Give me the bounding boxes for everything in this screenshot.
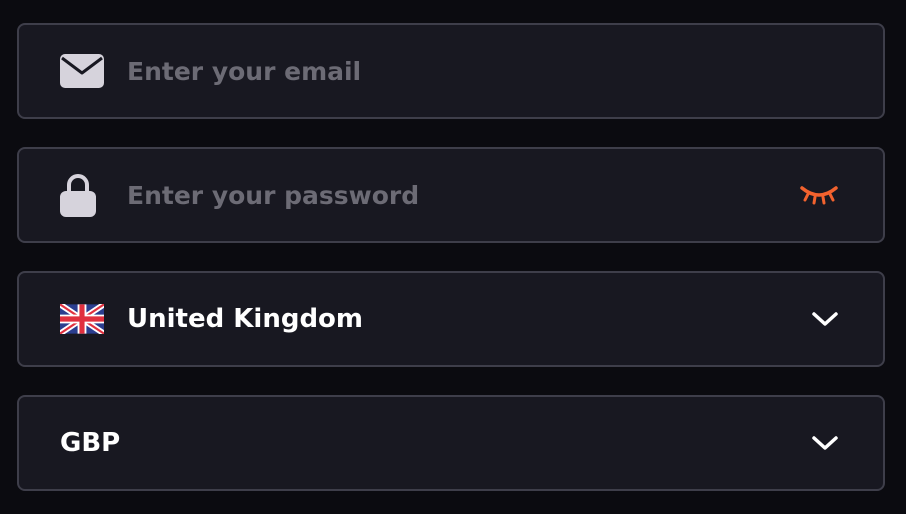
password-field[interactable] (17, 147, 885, 243)
currency-select[interactable]: GBP (17, 395, 885, 491)
chevron-down-icon[interactable] (811, 434, 839, 452)
uk-flag-icon (60, 304, 104, 334)
password-input[interactable] (127, 149, 803, 241)
chevron-down-icon[interactable] (811, 310, 839, 328)
currency-selected-value: GBP (60, 428, 121, 458)
lock-icon (60, 173, 96, 217)
email-input[interactable] (127, 25, 803, 117)
country-selected-value: United Kingdom (127, 304, 364, 334)
eye-closed-icon[interactable] (799, 184, 839, 206)
email-field[interactable] (17, 23, 885, 119)
country-select[interactable]: United Kingdom (17, 271, 885, 367)
envelope-icon (60, 54, 104, 88)
signup-form: United Kingdom GBP (0, 0, 906, 514)
